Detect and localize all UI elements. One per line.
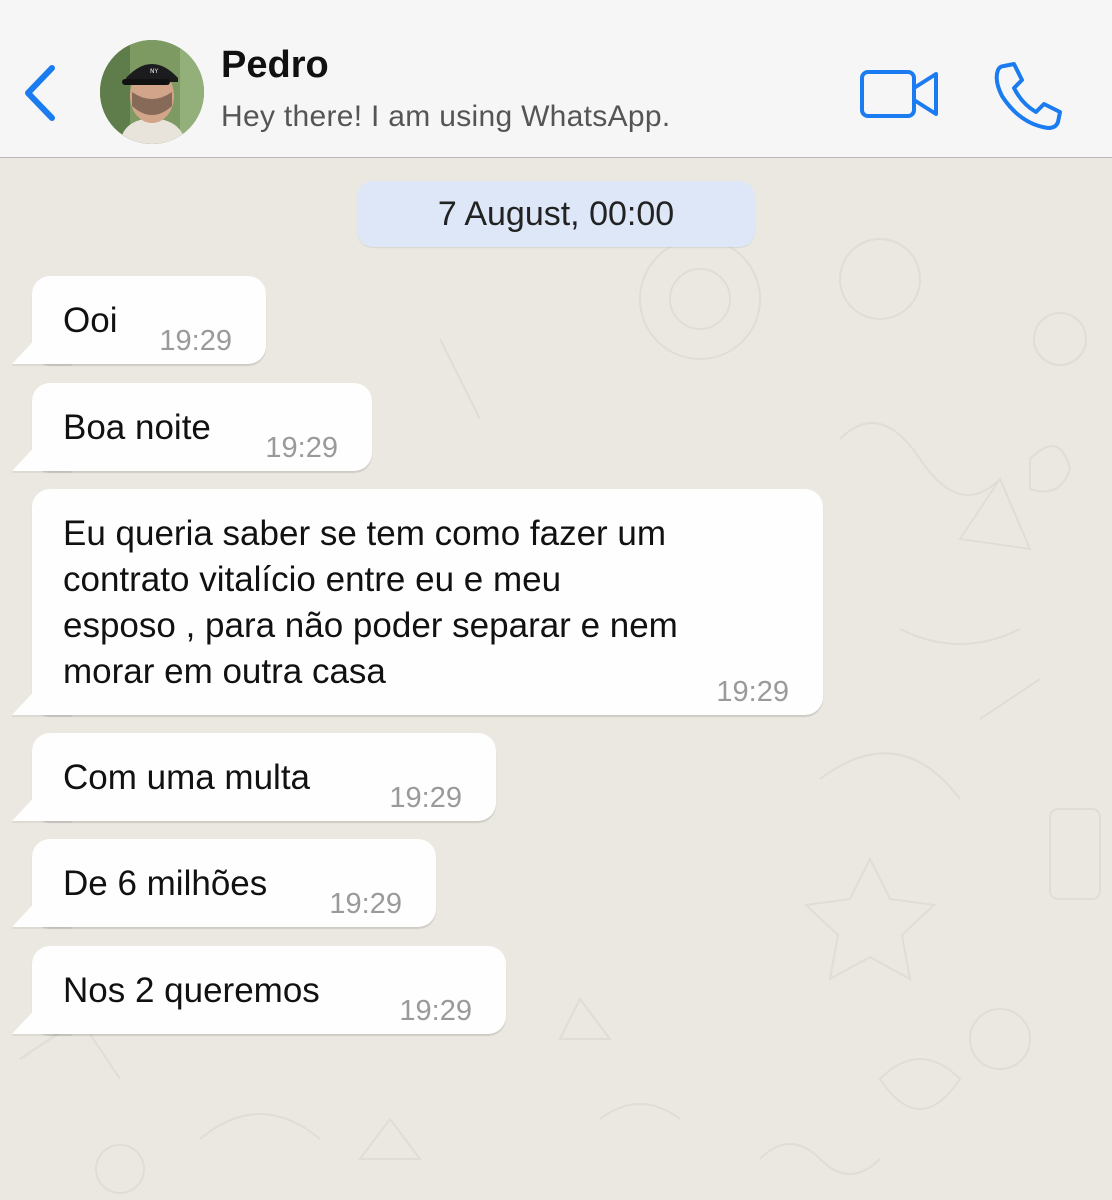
message-text: Com uma multa xyxy=(63,758,311,797)
message-text: Eu queria saber se tem como fazer um con… xyxy=(63,514,678,691)
message-bubble[interactable]: De 6 milhões 19:29 xyxy=(12,839,436,929)
contact-status: Hey there! I am using WhatsApp. xyxy=(221,100,671,133)
date-separator: 7 August, 00:00 xyxy=(357,181,755,247)
message-time: 19:29 xyxy=(399,995,472,1027)
message-text: Nos 2 queremos xyxy=(63,971,320,1010)
message-text: Ooi xyxy=(63,301,118,340)
message-time: 19:29 xyxy=(265,432,338,464)
avatar[interactable]: NY xyxy=(100,40,204,144)
chat-header: NY Pedro Hey there! I am using WhatsApp. xyxy=(0,0,1112,158)
chat-area[interactable]: 7 August, 00:00 Ooi 19:29 Boa noite 19:2… xyxy=(0,159,1112,1200)
video-call-button[interactable] xyxy=(858,66,940,122)
contact-photo: NY xyxy=(100,40,204,144)
message-bubble[interactable]: Boa noite 19:29 xyxy=(12,383,372,473)
svg-text:NY: NY xyxy=(150,68,158,75)
back-button[interactable] xyxy=(18,58,68,128)
message-bubble[interactable]: Com uma multa 19:29 xyxy=(12,733,496,823)
chevron-left-icon xyxy=(25,65,55,121)
message-time: 19:29 xyxy=(329,888,402,920)
message-bubble[interactable]: Eu queria saber se tem como fazer um con… xyxy=(12,489,823,717)
message-bubble[interactable]: Ooi 19:29 xyxy=(12,276,266,366)
voice-call-button[interactable] xyxy=(990,58,1066,130)
video-camera-icon xyxy=(860,70,938,118)
message-time: 19:29 xyxy=(159,325,232,357)
contact-name[interactable]: Pedro xyxy=(221,44,329,87)
message-time: 19:29 xyxy=(389,782,462,814)
message-text: Boa noite xyxy=(63,408,211,447)
message-bubble[interactable]: Nos 2 queremos 19:29 xyxy=(12,946,506,1036)
message-time: 19:29 xyxy=(716,676,789,708)
message-text: De 6 milhões xyxy=(63,864,268,903)
phone-icon xyxy=(994,62,1062,130)
